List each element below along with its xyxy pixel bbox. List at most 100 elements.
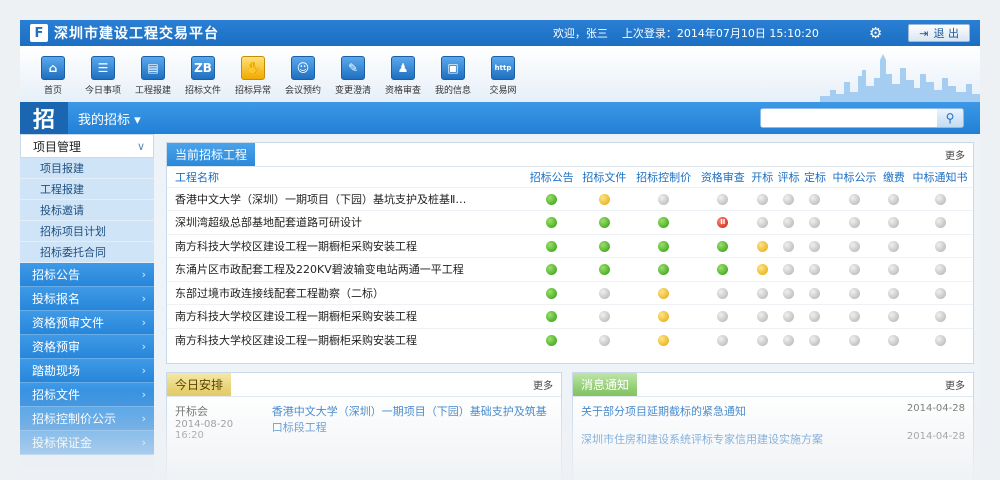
status-cell (880, 280, 908, 305)
my-bid-dropdown[interactable]: 我的招标 ▾ (78, 109, 141, 128)
toolbar-item[interactable]: ♟ 资格审查 (378, 56, 428, 96)
status-cell (880, 210, 908, 234)
panel-title: 当前招标工程 (167, 143, 256, 166)
status-dot-icon (598, 217, 610, 229)
column-header: 开标 (751, 170, 774, 184)
status-dot-icon (888, 287, 900, 299)
chevron-right-icon: › (141, 412, 146, 425)
news-date: 2014-04-28 (906, 403, 965, 414)
status-cell (775, 327, 802, 352)
status-cell (578, 233, 631, 258)
column-header: 工程名称 (175, 170, 219, 184)
search-input[interactable] (761, 109, 937, 127)
status-dot-icon (848, 264, 860, 276)
toolbar-item[interactable]: ☺ 会议预约 (278, 56, 328, 96)
sidebar-item[interactable]: 资格预审文件 › (20, 311, 154, 335)
table-row[interactable]: 南方科技大学校区建设工程一期橱柜采购安装工程 (167, 233, 973, 258)
sidebar-item[interactable]: 招标控制价公示 › (20, 407, 154, 431)
sidebar-submenu: 项目报建 工程报建 投标邀请 招标项目计划 招标委托合同 (20, 158, 154, 263)
status-cell (630, 233, 697, 258)
toolbar-item[interactable]: http 交易网 (478, 56, 528, 96)
sidebar-subitem[interactable]: 招标委托合同 (20, 242, 154, 263)
project-name[interactable]: 东部过境市政连接线配套工程勘察（二标） (167, 280, 526, 305)
status-dot-icon (756, 311, 768, 323)
more-link[interactable]: 更多 (533, 373, 553, 396)
sidebar-subitem[interactable]: 工程报建 (20, 179, 154, 200)
project-name[interactable]: 南方科技大学校区建设工程一期橱柜采购安装工程 (167, 233, 526, 258)
status-cell: II (696, 210, 750, 234)
sidebar-item-label: 资格预审 (32, 340, 81, 354)
table-row[interactable]: 南方科技大学校区建设工程一期橱柜采购安装工程 (167, 327, 973, 352)
list-item[interactable]: 深圳市住房和建设系统评标专家信用建设实施方案 2014-04-28 (573, 425, 973, 453)
project-name[interactable]: 东涌片区市政配套工程及220KV碧波输变电站两通一平工程 (167, 257, 526, 281)
status-dot-icon (809, 264, 821, 276)
column-header: 资格审查 (700, 170, 745, 184)
column-header: 招标控制价 (636, 170, 692, 184)
status-dot-icon (717, 311, 729, 323)
event-date: 2014-08-20 16:20 (175, 419, 234, 441)
toolbar-item[interactable]: ▣ 我的信息 (428, 56, 478, 96)
project-name[interactable]: 南方科技大学校区建设工程一期橱柜采购安装工程 (167, 327, 526, 352)
status-dot-icon (756, 264, 768, 276)
toolbar-item-label: 资格审查 (384, 86, 421, 96)
table-row[interactable]: 东涌片区市政配套工程及220KV碧波输变电站两通一平工程 (167, 257, 973, 281)
notifications-panel: 消息通知 更多 关于部分项目延期截标的紧急通知 2014-04-28 深圳市住房和建… (572, 372, 974, 480)
sidebar-item[interactable]: 投标报名 › (20, 287, 154, 311)
toolbar-item[interactable]: ⌂ 首页 (28, 56, 78, 96)
sidebar-subitem[interactable]: 项目报建 (20, 158, 154, 179)
status-dot-icon (934, 311, 946, 323)
status-dot-icon (934, 240, 946, 252)
hand-icon: ✋ (241, 56, 265, 80)
status-cell (749, 257, 776, 281)
status-cell (630, 304, 697, 328)
more-link[interactable]: 更多 (945, 143, 965, 166)
toolbar-item[interactable]: ✋ 招标异常 (228, 56, 278, 96)
status-dot-icon (658, 264, 670, 276)
status-dot-icon (717, 240, 729, 252)
status-cell (907, 327, 973, 352)
home-icon: ⌂ (41, 56, 65, 80)
list-item[interactable]: 关于部分项目延期截标的紧急通知 2014-04-28 (573, 397, 973, 425)
status-dot-icon (809, 217, 821, 229)
search-icon[interactable]: ⚲ (937, 109, 963, 127)
sidebar-item[interactable]: 招标文件 › (20, 383, 154, 407)
status-dot-icon (848, 311, 860, 323)
project-name[interactable]: 香港中文大学（深圳）一期项目（下园）基坑支护及桩基Ⅱ… (167, 186, 526, 211)
toolbar-item[interactable]: ZB 招标文件 (178, 56, 228, 96)
status-dot-icon (783, 335, 795, 346)
project-name[interactable]: 深圳湾超级总部基地配套道路可研设计 (167, 210, 526, 234)
sidebar-item[interactable]: 投标保证金 › (20, 431, 154, 455)
sidebar-item[interactable]: 踏勘现场 › (20, 359, 154, 383)
status-dot-icon (658, 311, 670, 323)
toolbar-item[interactable]: ☰ 今日事项 (78, 56, 128, 96)
toolbar-item[interactable]: ✎ 变更澄清 (328, 56, 378, 96)
status-dot-icon (888, 335, 900, 346)
more-link[interactable]: 更多 (945, 373, 965, 396)
table-row[interactable]: 南方科技大学校区建设工程一期橱柜采购安装工程 (167, 304, 973, 328)
table-row[interactable]: 香港中文大学（深圳）一期项目（下园）基坑支护及桩基Ⅱ… (167, 186, 973, 211)
table-row[interactable]: 东部过境市政连接线配套工程勘察（二标） (167, 280, 973, 305)
list-item[interactable]: 开标会 2014-08-20 16:20 香港中文大学（深圳）一期项目（下园）基础支… (167, 397, 561, 447)
sidebar-subitem[interactable]: 招标项目计划 (20, 221, 154, 242)
status-dot-icon (598, 287, 610, 299)
status-cell (525, 186, 579, 211)
sidebar-item[interactable]: 资格预审 › (20, 335, 154, 359)
status-cell (525, 257, 579, 281)
gear-icon[interactable]: ⚙ (869, 24, 882, 42)
status-dot-icon (546, 311, 558, 323)
status-cell (525, 280, 579, 305)
logout-button[interactable]: ⇥ 退 出 (908, 24, 970, 42)
table-row[interactable]: 深圳湾超级总部基地配套道路可研设计 II (167, 210, 973, 234)
status-cell (828, 186, 881, 211)
sidebar-item[interactable]: 招标公告 › (20, 263, 154, 287)
sidebar-head-project[interactable]: 项目管理 ∨ (20, 134, 154, 158)
status-dot-icon (717, 193, 729, 205)
sidebar-subitem[interactable]: 投标邀请 (20, 200, 154, 221)
status-dot-icon (809, 335, 821, 346)
toolbar-item[interactable]: ▤ 工程报建 (128, 56, 178, 96)
status-cell (696, 304, 750, 328)
status-cell (696, 280, 750, 305)
project-name[interactable]: 南方科技大学校区建设工程一期橱柜采购安装工程 (167, 304, 526, 328)
toolbar: ⌂ 首页 ☰ 今日事项 ▤ 工程报建 ZB 招标文件 ✋ 招标异常 ☺ 会议预约 ✎ 变更澄清 ♟ 资格审查 ▣… (20, 46, 980, 102)
status-cell (696, 186, 750, 211)
